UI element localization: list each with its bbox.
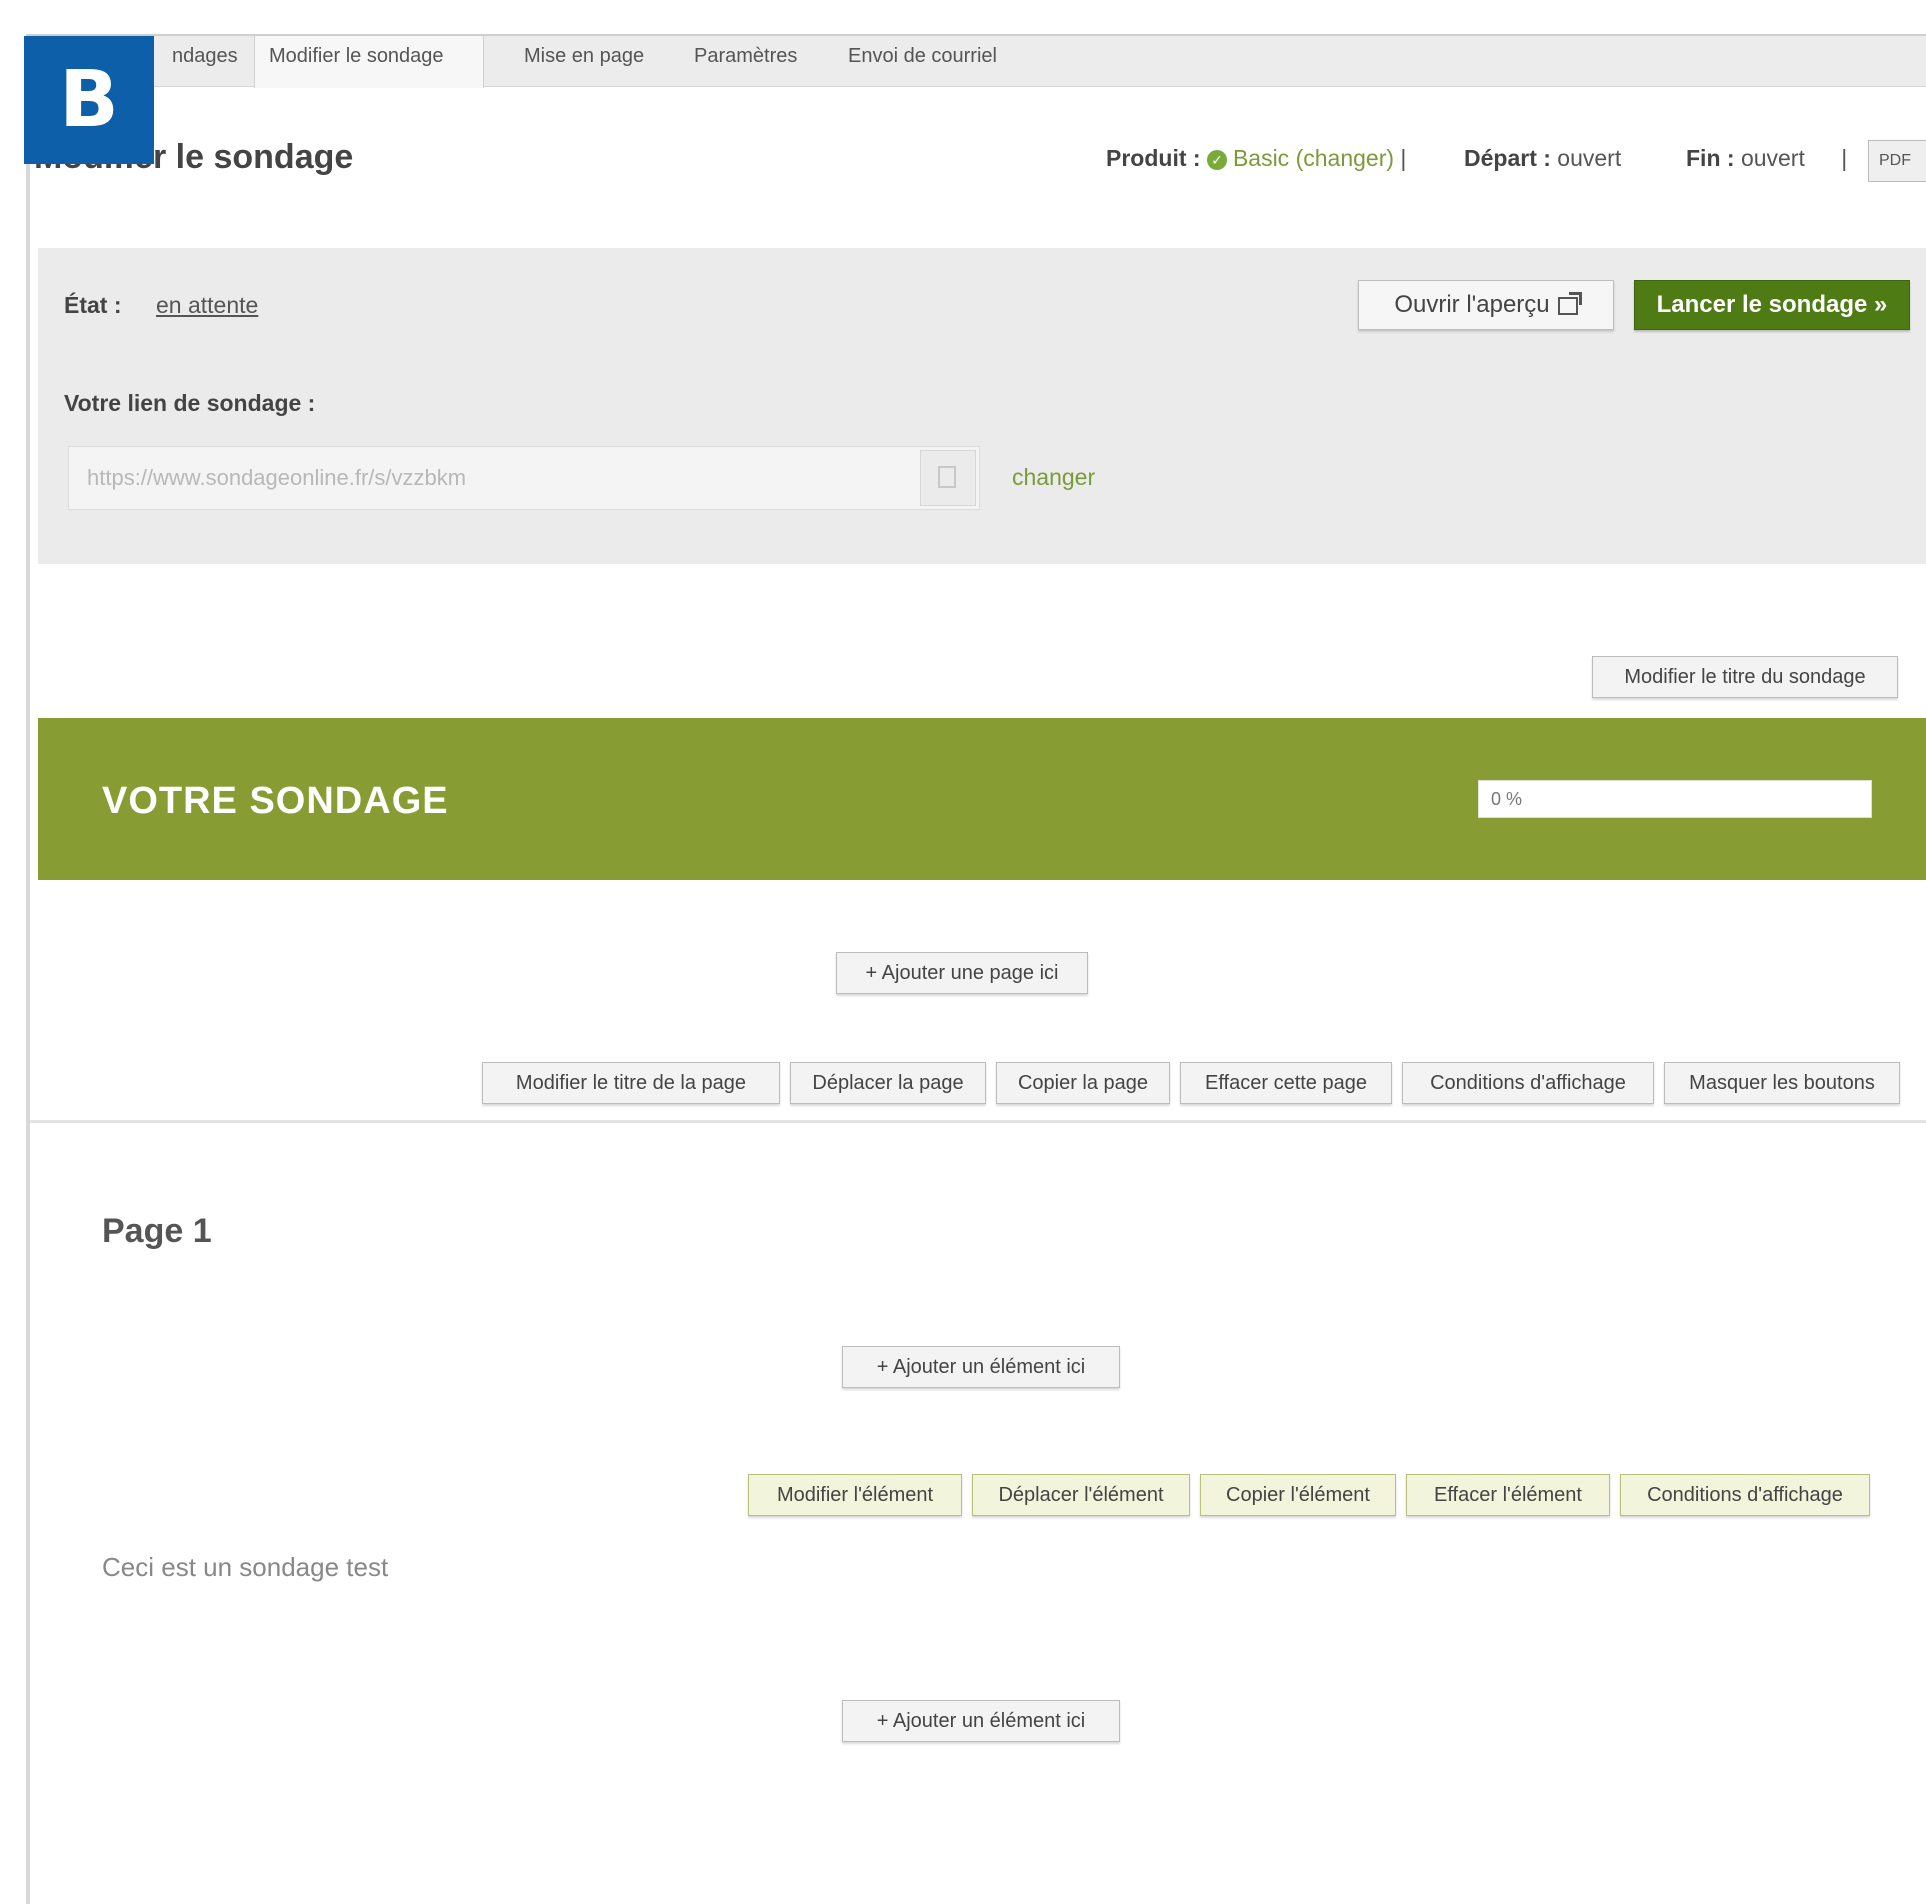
copy-element-button[interactable]: Copier l'élément <box>1200 1474 1396 1516</box>
section-divider <box>30 1120 1926 1123</box>
progress-text: 0 % <box>1491 789 1523 809</box>
edit-page-title-button[interactable]: Modifier le titre de la page <box>482 1062 780 1104</box>
change-link[interactable]: changer <box>1012 464 1095 491</box>
tab-sondages[interactable]: ndages <box>158 36 252 86</box>
add-element-button-bottom[interactable]: + Ajouter un élément ici <box>842 1700 1120 1742</box>
survey-link-field[interactable]: https://www.sondageonline.fr/s/vzzbkm <box>68 446 980 510</box>
frame-left-border <box>26 34 30 1904</box>
check-circle-icon: ✓ <box>1206 149 1227 170</box>
open-preview-button[interactable]: Ouvrir l'aperçu <box>1358 280 1614 330</box>
page-title-visible-part: le sondage <box>175 138 354 176</box>
survey-banner-title: VOTRE SONDAGE <box>102 780 449 822</box>
launch-survey-button[interactable]: Lancer le sondage » <box>1634 280 1910 330</box>
edit-element-button[interactable]: Modifier l'élément <box>748 1474 962 1516</box>
hide-buttons-button[interactable]: Masquer les boutons <box>1664 1062 1900 1104</box>
start-value: ouvert <box>1557 145 1622 171</box>
tab-bar: ndages Modifier le sondage Mise en page … <box>28 36 1926 88</box>
external-link-icon <box>1557 291 1582 315</box>
tab-envoi-de-courriel[interactable]: Envoi de courriel <box>834 36 1011 86</box>
end-label: Fin : <box>1686 145 1735 171</box>
product-label: Produit : <box>1106 145 1201 171</box>
copy-icon <box>938 466 956 488</box>
progress-bar: 0 % <box>1478 780 1872 818</box>
meta-separator: | <box>1400 145 1407 171</box>
copy-page-button[interactable]: Copier la page <box>996 1062 1170 1104</box>
page-display-conditions-button[interactable]: Conditions d'affichage <box>1402 1062 1654 1104</box>
survey-link-label: Votre lien de sondage : <box>64 390 316 416</box>
delete-element-button[interactable]: Effacer l'élément <box>1406 1474 1610 1516</box>
product-value: Basic <box>1232 145 1290 171</box>
open-preview-label: Ouvrir l'aperçu <box>1394 291 1550 318</box>
product-info: Produit : ✓ Basic (changer) | <box>1106 145 1406 172</box>
tab-mise-en-page[interactable]: Mise en page <box>510 36 658 86</box>
end-info: Fin : ouvert | <box>1686 145 1847 172</box>
delete-page-button[interactable]: Effacer cette page <box>1180 1062 1392 1104</box>
tab-modifier-le-sondage[interactable]: Modifier le sondage <box>254 36 484 88</box>
end-value: ouvert <box>1740 145 1805 171</box>
move-page-button[interactable]: Déplacer la page <box>790 1062 986 1104</box>
figure-label-badge: B <box>24 36 154 164</box>
add-page-button[interactable]: + Ajouter une page ici <box>836 952 1088 994</box>
pdf-button[interactable]: PDF <box>1868 140 1926 182</box>
element-text: Ceci est un sondage test <box>102 1552 389 1582</box>
copy-link-button[interactable] <box>920 450 976 506</box>
start-label: Départ : <box>1464 145 1551 171</box>
edit-survey-title-button[interactable]: Modifier le titre du sondage <box>1592 656 1898 698</box>
start-info: Départ : ouvert <box>1464 145 1621 172</box>
move-element-button[interactable]: Déplacer l'élément <box>972 1474 1190 1516</box>
tab-parametres[interactable]: Paramètres <box>680 36 811 86</box>
state-label: État : <box>64 292 122 318</box>
state-value[interactable]: en attente <box>156 292 258 319</box>
page-heading: Page 1 <box>102 1212 212 1250</box>
meta-separator-2: | <box>1841 145 1848 171</box>
element-display-conditions-button[interactable]: Conditions d'affichage <box>1620 1474 1870 1516</box>
product-change-link[interactable]: (changer) <box>1296 145 1394 171</box>
add-element-button[interactable]: + Ajouter un élément ici <box>842 1346 1120 1388</box>
